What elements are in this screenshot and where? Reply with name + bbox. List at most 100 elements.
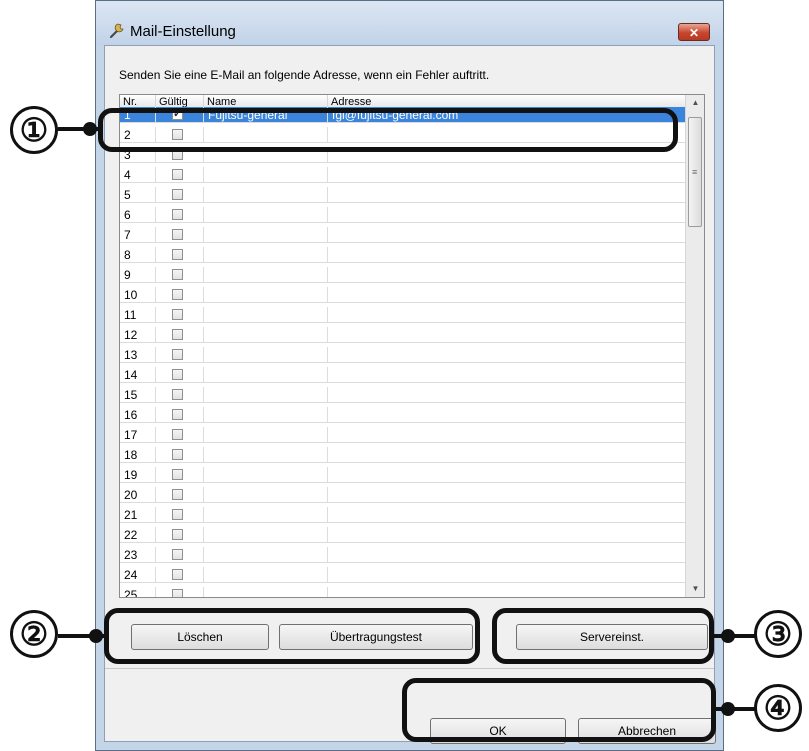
table-row[interactable]: 23 xyxy=(120,547,685,563)
cell-name[interactable] xyxy=(204,407,328,423)
table-row[interactable]: 10 xyxy=(120,287,685,303)
valid-checkbox[interactable] xyxy=(172,429,183,440)
table-row[interactable]: 19 xyxy=(120,467,685,483)
cell-name[interactable] xyxy=(204,167,328,183)
cell-address[interactable] xyxy=(328,207,685,223)
valid-checkbox[interactable] xyxy=(172,409,183,420)
table-row[interactable]: 17 xyxy=(120,427,685,443)
valid-checkbox[interactable] xyxy=(172,269,183,280)
cell-address[interactable] xyxy=(328,147,685,163)
cell-name[interactable] xyxy=(204,187,328,203)
table-row[interactable]: 20 xyxy=(120,487,685,503)
cell-address[interactable] xyxy=(328,567,685,583)
cell-name[interactable] xyxy=(204,247,328,263)
cell-name[interactable] xyxy=(204,367,328,383)
transfer-test-button[interactable]: Übertragungstest xyxy=(279,624,473,650)
table-row[interactable]: 22 xyxy=(120,527,685,543)
cell-address[interactable] xyxy=(328,487,685,503)
valid-checkbox[interactable] xyxy=(172,589,183,597)
column-header-valid[interactable]: Gültig xyxy=(156,95,204,107)
table-row[interactable]: 6 xyxy=(120,207,685,223)
valid-checkbox[interactable] xyxy=(172,569,183,580)
table-row[interactable]: 14 xyxy=(120,367,685,383)
cell-address[interactable] xyxy=(328,187,685,203)
cell-name[interactable]: Fujitsu-general xyxy=(204,107,328,123)
cell-name[interactable] xyxy=(204,527,328,543)
cell-name[interactable] xyxy=(204,287,328,303)
valid-checkbox[interactable] xyxy=(172,289,183,300)
valid-checkbox[interactable] xyxy=(172,469,183,480)
cell-address[interactable] xyxy=(328,387,685,403)
valid-checkbox[interactable] xyxy=(172,189,183,200)
cell-name[interactable] xyxy=(204,267,328,283)
cancel-button[interactable]: Abbrechen xyxy=(578,718,716,744)
cell-address[interactable] xyxy=(328,267,685,283)
cell-name[interactable] xyxy=(204,207,328,223)
valid-checkbox[interactable] xyxy=(172,309,183,320)
cell-address[interactable] xyxy=(328,527,685,543)
cell-address[interactable] xyxy=(328,227,685,243)
cell-address[interactable] xyxy=(328,127,685,143)
table-row[interactable]: 5 xyxy=(120,187,685,203)
cell-name[interactable] xyxy=(204,427,328,443)
cell-address[interactable] xyxy=(328,467,685,483)
valid-checkbox[interactable] xyxy=(172,249,183,260)
scroll-up-arrow-icon[interactable]: ▲ xyxy=(686,95,704,111)
server-settings-button[interactable]: Servereinst. xyxy=(516,624,708,650)
cell-address[interactable]: fgl@fujitsu-general.com xyxy=(328,107,685,123)
valid-checkbox[interactable] xyxy=(172,529,183,540)
column-header-name[interactable]: Name xyxy=(204,95,328,107)
cell-address[interactable] xyxy=(328,327,685,343)
cell-name[interactable] xyxy=(204,347,328,363)
cell-name[interactable] xyxy=(204,227,328,243)
cell-address[interactable] xyxy=(328,247,685,263)
cell-name[interactable] xyxy=(204,587,328,597)
cell-name[interactable] xyxy=(204,127,328,143)
cell-address[interactable] xyxy=(328,367,685,383)
table-row[interactable]: 18 xyxy=(120,447,685,463)
table-row[interactable]: 13 xyxy=(120,347,685,363)
valid-checkbox[interactable] xyxy=(172,369,183,380)
table-row[interactable]: 16 xyxy=(120,407,685,423)
valid-checkbox[interactable] xyxy=(172,509,183,520)
table-row[interactable]: 8 xyxy=(120,247,685,263)
valid-checkbox[interactable] xyxy=(172,449,183,460)
delete-button[interactable]: Löschen xyxy=(131,624,269,650)
table-row[interactable]: 24 xyxy=(120,567,685,583)
cell-address[interactable] xyxy=(328,407,685,423)
table-row[interactable]: 1 ✓ Fujitsu-general fgl@fujitsu-general.com xyxy=(120,107,685,123)
table-row[interactable]: 25 xyxy=(120,587,685,597)
vertical-scrollbar[interactable]: ▲ ≡ ▼ xyxy=(685,95,704,597)
title-bar[interactable]: Mail-Einstellung ✕ xyxy=(96,1,723,45)
valid-checkbox[interactable] xyxy=(172,209,183,220)
cell-name[interactable] xyxy=(204,387,328,403)
table-row[interactable]: 3 xyxy=(120,147,685,163)
table-row[interactable]: 9 xyxy=(120,267,685,283)
valid-checkbox[interactable] xyxy=(172,489,183,500)
valid-checkbox[interactable] xyxy=(172,129,183,140)
cell-name[interactable] xyxy=(204,307,328,323)
valid-checkbox[interactable] xyxy=(172,169,183,180)
cell-name[interactable] xyxy=(204,567,328,583)
cell-address[interactable] xyxy=(328,287,685,303)
cell-address[interactable] xyxy=(328,307,685,323)
ok-button[interactable]: OK xyxy=(430,718,566,744)
cell-address[interactable] xyxy=(328,447,685,463)
cell-address[interactable] xyxy=(328,427,685,443)
cell-address[interactable] xyxy=(328,587,685,597)
close-button[interactable]: ✕ xyxy=(678,23,710,41)
column-header-address[interactable]: Adresse xyxy=(328,95,685,107)
valid-checkbox[interactable] xyxy=(172,149,183,160)
table-row[interactable]: 21 xyxy=(120,507,685,523)
cell-name[interactable] xyxy=(204,547,328,563)
table-row[interactable]: 7 xyxy=(120,227,685,243)
cell-address[interactable] xyxy=(328,547,685,563)
cell-name[interactable] xyxy=(204,487,328,503)
column-header-nr[interactable]: Nr. xyxy=(120,95,156,107)
cell-name[interactable] xyxy=(204,447,328,463)
scrollbar-thumb[interactable]: ≡ xyxy=(688,117,702,227)
cell-address[interactable] xyxy=(328,347,685,363)
recipient-table[interactable]: Nr. Gültig Name Adresse 1 ✓ Fujitsu-genera… xyxy=(119,94,705,598)
table-row[interactable]: 15 xyxy=(120,387,685,403)
cell-address[interactable] xyxy=(328,507,685,523)
